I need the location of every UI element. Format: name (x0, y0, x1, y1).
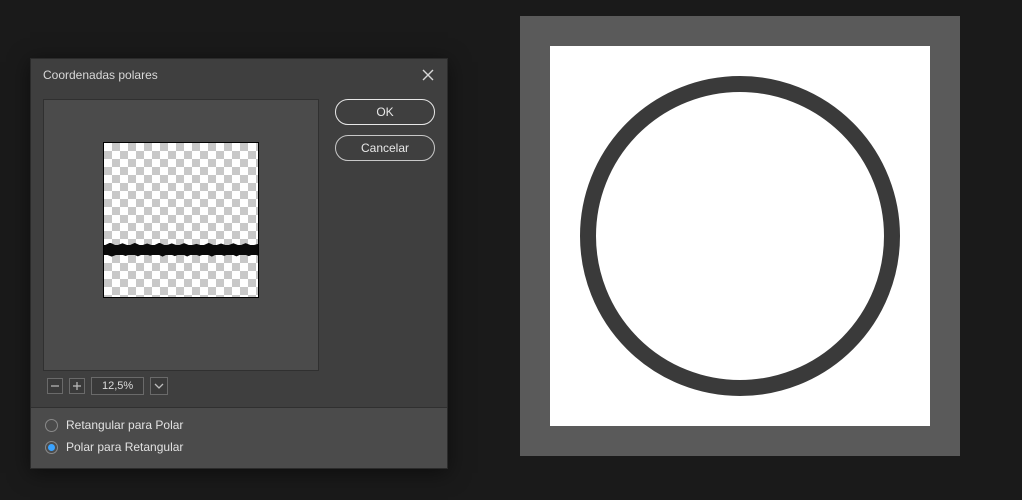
polar-coordinates-dialog: Coordenadas polares 12,5% (30, 58, 448, 469)
radio-rect-to-polar[interactable]: Retangular para Polar (45, 418, 433, 432)
zoom-in-icon (72, 381, 82, 391)
zoom-in-button[interactable] (69, 378, 85, 394)
radio-selected-dot (48, 444, 55, 451)
document-panel (520, 16, 960, 456)
dialog-titlebar: Coordenadas polares (31, 59, 447, 91)
circle-result (580, 76, 900, 396)
preview-column: 12,5% (43, 99, 319, 395)
transparency-checker (104, 143, 258, 297)
radio-label: Polar para Retangular (66, 440, 183, 454)
zoom-value[interactable]: 12,5% (91, 377, 144, 395)
preview-footer: 12,5% (43, 371, 319, 395)
dialog-title: Coordenadas polares (43, 68, 158, 82)
preview-content-band (104, 245, 258, 255)
chevron-down-icon (154, 382, 164, 390)
radio-polar-to-rect[interactable]: Polar para Retangular (45, 440, 433, 454)
close-button[interactable] (417, 65, 439, 85)
zoom-out-icon (50, 381, 60, 391)
preview-canvas (103, 142, 259, 298)
ok-button[interactable]: OK (335, 99, 435, 125)
cancel-button[interactable]: Cancelar (335, 135, 435, 161)
document-canvas[interactable] (550, 46, 930, 426)
zoom-dropdown-button[interactable] (150, 377, 168, 395)
zoom-out-button[interactable] (47, 378, 63, 394)
dialog-body: 12,5% OK Cancelar (31, 91, 447, 407)
options-panel: Retangular para Polar Polar para Retangu… (31, 407, 447, 468)
radio-indicator (45, 441, 58, 454)
radio-label: Retangular para Polar (66, 418, 183, 432)
dialog-buttons: OK Cancelar (335, 99, 435, 395)
close-icon (422, 69, 434, 81)
radio-indicator (45, 419, 58, 432)
preview-area[interactable] (43, 99, 319, 371)
